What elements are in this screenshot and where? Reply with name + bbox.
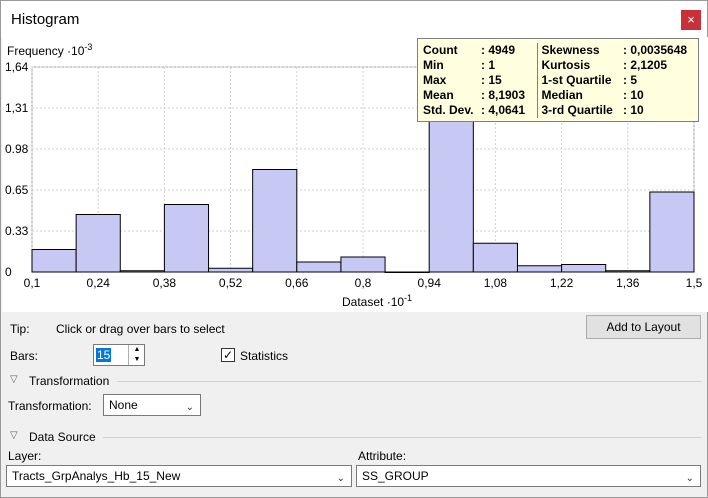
attribute-value: SS_GROUP (362, 469, 429, 483)
y-axis-label: Frequency ·10-3 (7, 42, 92, 58)
y-tick-label: 0.33 (5, 224, 29, 238)
histogram-bar[interactable] (163, 204, 210, 273)
histogram-bar[interactable] (516, 265, 563, 273)
transformation-section-title[interactable]: Transformation (29, 374, 109, 388)
x-tick-label: 1,22 (550, 276, 574, 290)
x-axis-label: Dataset ·10-1 (342, 293, 412, 309)
stat-value: : 5 (623, 73, 638, 87)
x-tick-label: 1,08 (484, 276, 508, 290)
stat-value: : 15 (481, 73, 538, 88)
window-title: Histogram (11, 11, 80, 28)
attribute-select[interactable]: SS_GROUP ⌄ (356, 465, 701, 487)
title-bar: Histogram × (1, 1, 707, 37)
transformation-value: None (109, 398, 138, 412)
statistics-panel: Count : 4949 Skewness : 0,0035648 Min : … (417, 38, 699, 122)
histogram-bar[interactable] (119, 270, 165, 273)
stat-label: Kurtosis (541, 58, 591, 72)
x-tick-label: 1,36 (616, 276, 640, 290)
histogram-bar[interactable] (649, 191, 695, 273)
tip-label: Tip: (10, 322, 30, 336)
histogram-bar[interactable] (561, 264, 607, 273)
histogram-bar[interactable] (31, 249, 77, 273)
histogram-bar[interactable] (252, 169, 298, 273)
section-divider (103, 437, 701, 438)
stat-label: 1-st Quartile (541, 73, 612, 87)
y-tick-label: 1,31 (5, 101, 29, 115)
y-tick-label: 0.98 (5, 142, 29, 156)
histogram-bar[interactable] (472, 242, 518, 273)
x-tick-label: 0,52 (219, 276, 243, 290)
bars-stepper[interactable]: 15 ▲ ▼ (93, 344, 145, 366)
collapse-chevron-icon[interactable]: ▽ (10, 430, 18, 441)
collapse-chevron-icon[interactable]: ▽ (10, 374, 18, 385)
bars-value[interactable]: 15 (96, 348, 112, 362)
close-button[interactable]: × (681, 10, 701, 30)
chevron-down-icon: ⌄ (336, 473, 345, 484)
transformation-label: Transformation: (8, 399, 92, 413)
stat-label: Std. Dev. (423, 103, 474, 117)
stat-value: : 10 (623, 103, 644, 117)
histogram-bar[interactable] (75, 214, 121, 273)
layer-label: Layer: (8, 449, 42, 463)
stat-value: : 4949 (481, 43, 538, 58)
layer-value: Tracts_GrpAnalys_Hb_15_New (12, 469, 181, 483)
y-tick-label: 0.65 (5, 183, 29, 197)
attribute-label: Attribute: (358, 449, 407, 463)
y-tick-label: 0 (5, 265, 12, 279)
x-tick-label: 0,38 (153, 276, 177, 290)
stat-label: 3-rd Quartile (541, 103, 613, 117)
stat-label: Skewness (541, 43, 600, 57)
histogram-bar[interactable] (340, 256, 386, 273)
x-tick-label: 0,24 (87, 276, 111, 290)
stat-label: Count (423, 43, 458, 57)
data-source-section-title[interactable]: Data Source (29, 430, 96, 444)
stat-value: : 2,1205 (623, 58, 668, 72)
histogram-bar[interactable] (384, 271, 430, 273)
y-tick-label: 1,64 (5, 60, 29, 74)
histogram-bar[interactable] (605, 270, 651, 273)
controls-panel: Tip: Click or drag over bars to select A… (1, 312, 707, 498)
layer-select[interactable]: Tracts_GrpAnalys_Hb_15_New ⌄ (6, 465, 352, 487)
stat-value: : 1 (481, 58, 538, 73)
transformation-select[interactable]: None ⌄ (103, 394, 201, 416)
x-tick-label: 0,1 (24, 276, 41, 290)
histogram-chart[interactable]: 0,1 0,24 0,38 0,52 0,66 0,8 0,94 1,08 1,22 1,36 1,… (2, 37, 708, 312)
stat-label: Mean (423, 88, 454, 102)
statistics-checkbox[interactable]: ✓ (221, 348, 235, 362)
stat-value: : 8,1903 (481, 88, 538, 103)
stepper-up-icon[interactable]: ▲ (128, 345, 145, 355)
stat-label: Median (541, 88, 583, 102)
x-tick-label: 0,66 (285, 276, 309, 290)
chevron-down-icon: ⌄ (685, 473, 694, 484)
histogram-bar[interactable] (208, 267, 254, 273)
stat-value: : 0,0035648 (623, 43, 688, 57)
tip-text: Click or drag over bars to select (56, 322, 225, 336)
x-tick-label: 0,94 (418, 276, 442, 290)
section-divider (117, 381, 701, 382)
stat-label: Max (423, 73, 447, 87)
statistics-label: Statistics (240, 349, 289, 363)
stepper-down-icon[interactable]: ▼ (128, 355, 145, 365)
chevron-down-icon: ⌄ (185, 402, 194, 413)
add-to-layout-button[interactable]: Add to Layout (586, 315, 701, 339)
histogram-bar[interactable] (296, 261, 342, 273)
x-tick-label: 0,8 (355, 276, 372, 290)
histogram-window: Histogram × 0,1 0,24 0,38 0,52 0,66 0,8 0,94 1,… (0, 0, 708, 498)
bars-label: Bars: (10, 349, 39, 363)
stat-label: Min (423, 58, 444, 72)
x-tick-label: 1,5 (686, 276, 703, 290)
stat-value: : 10 (623, 88, 644, 102)
stat-value: : 4,0641 (481, 103, 538, 118)
